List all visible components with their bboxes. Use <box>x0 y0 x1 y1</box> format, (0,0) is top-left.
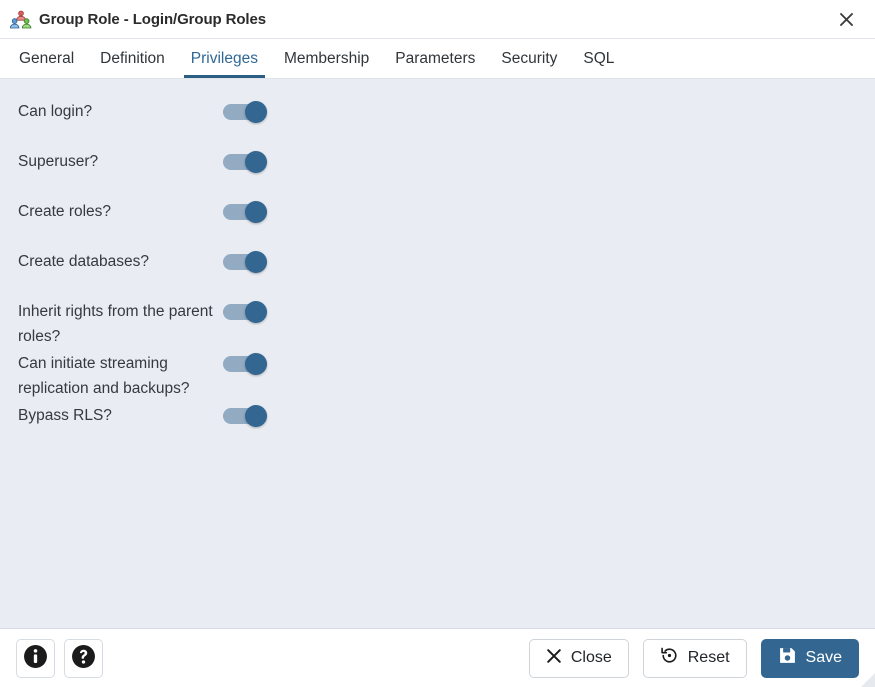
toggle-create-roles[interactable] <box>223 201 273 223</box>
field-create-roles: Create roles? <box>0 197 875 247</box>
field-control <box>223 349 273 375</box>
close-icon[interactable] <box>831 4 861 34</box>
toggle-can-login[interactable] <box>223 101 273 123</box>
field-label: Superuser? <box>18 153 99 170</box>
field-create-databases: Create databases? <box>0 247 875 297</box>
tab-membership[interactable]: Membership <box>271 39 382 78</box>
group-role-dialog: Group Role - Login/Group Roles General D… <box>0 0 875 687</box>
toggle-knob <box>245 251 267 273</box>
field-inherit-rights: Inherit rights from the parent roles? <box>0 297 875 349</box>
page-title: Group Role - Login/Group Roles <box>39 10 266 28</box>
reset-icon <box>660 646 679 670</box>
field-label: Create databases? <box>18 253 149 270</box>
field-control <box>223 247 273 273</box>
dialog-footer: Close Reset Save <box>0 629 875 687</box>
info-button[interactable] <box>16 638 55 678</box>
tab-label: Parameters <box>395 49 476 67</box>
field-label: Bypass RLS? <box>18 407 112 424</box>
toggle-knob <box>245 405 267 427</box>
x-icon <box>546 648 562 669</box>
field-superuser: Superuser? <box>0 147 875 197</box>
toggle-knob <box>245 353 267 375</box>
field-control <box>223 197 273 223</box>
toggle-knob <box>245 301 267 323</box>
field-control <box>223 297 273 323</box>
field-can-initiate-replication: Can initiate streaming replication and b… <box>0 349 875 401</box>
tab-label: Definition <box>100 49 165 67</box>
tab-definition[interactable]: Definition <box>87 39 178 78</box>
field-control <box>223 147 273 173</box>
field-label: Create roles? <box>18 203 112 220</box>
tab-label: SQL <box>583 49 615 67</box>
tab-label: Privileges <box>190 49 258 67</box>
field-control <box>223 401 273 427</box>
toggle-knob <box>245 101 267 123</box>
save-button-label: Save <box>805 649 842 666</box>
group-role-icon <box>9 10 32 30</box>
toggle-bypass-rls[interactable] <box>223 405 273 427</box>
field-label: Inherit rights from the parent roles? <box>18 303 213 345</box>
tab-label: Security <box>501 49 558 67</box>
info-icon <box>23 644 48 672</box>
toggle-knob <box>245 151 267 173</box>
close-button[interactable]: Close <box>528 638 629 678</box>
save-button[interactable]: Save <box>760 638 859 678</box>
tab-parameters[interactable]: Parameters <box>382 39 488 78</box>
save-icon <box>778 646 797 670</box>
resize-handle[interactable] <box>853 665 875 687</box>
field-label: Can initiate streaming replication and b… <box>18 355 190 397</box>
tab-label: General <box>19 49 75 67</box>
toggle-can-initiate-replication[interactable] <box>223 353 273 375</box>
dialog-titlebar: Group Role - Login/Group Roles <box>0 0 875 39</box>
privileges-panel: Can login? Superuser? Create roles? Crea… <box>0 79 875 629</box>
toggle-inherit-rights[interactable] <box>223 301 273 323</box>
question-mark-icon <box>71 644 96 672</box>
field-can-login: Can login? <box>0 97 875 147</box>
tab-privileges[interactable]: Privileges <box>178 39 271 78</box>
reset-button[interactable]: Reset <box>642 638 747 678</box>
toggle-create-databases[interactable] <box>223 251 273 273</box>
help-button[interactable] <box>64 638 103 678</box>
tab-security[interactable]: Security <box>488 39 570 78</box>
reset-button-label: Reset <box>687 649 730 666</box>
tab-sql[interactable]: SQL <box>570 39 627 78</box>
close-button-label: Close <box>570 649 612 666</box>
field-bypass-rls: Bypass RLS? <box>0 401 875 451</box>
field-control <box>223 97 273 123</box>
footer-right-actions: Close Reset Save <box>528 638 859 678</box>
toggle-knob <box>245 201 267 223</box>
toggle-superuser[interactable] <box>223 151 273 173</box>
privileges-field-list: Can login? Superuser? Create roles? Crea… <box>0 97 875 451</box>
tab-label: Membership <box>283 49 370 67</box>
field-label: Can login? <box>18 103 93 120</box>
dialog-tabbar: General Definition Privileges Membership… <box>0 39 875 79</box>
footer-left-actions <box>16 638 103 678</box>
tab-general[interactable]: General <box>6 39 87 78</box>
